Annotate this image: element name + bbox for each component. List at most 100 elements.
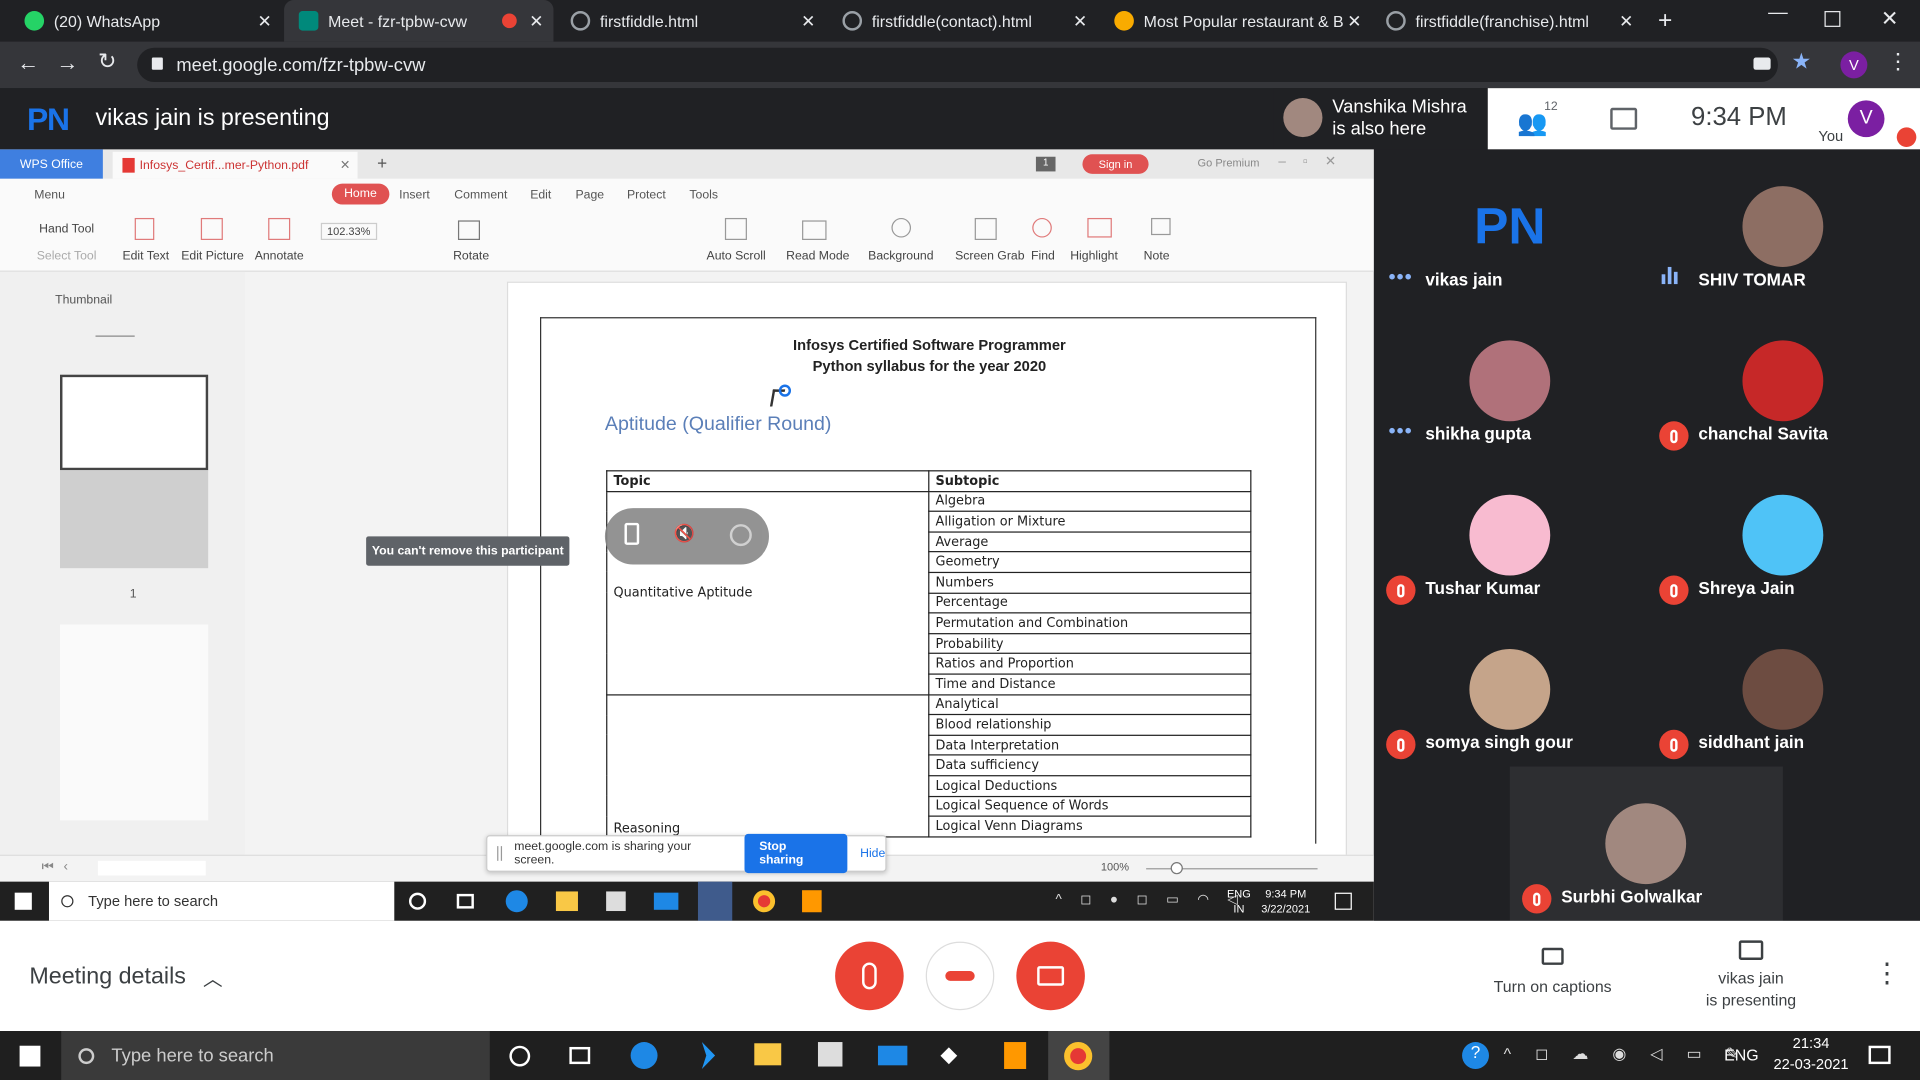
participant-tile[interactable]: SHIV TOMAR	[1647, 149, 1920, 303]
pin-icon[interactable]	[624, 522, 640, 545]
close-doc-icon[interactable]: ✕	[340, 159, 350, 172]
page-thumbnail[interactable]	[60, 374, 209, 471]
chrome-icon[interactable]	[753, 890, 776, 913]
url-field[interactable]: meet.google.com/fzr-tpbw-cvw	[137, 47, 1778, 83]
taskbar-search[interactable]: Type here to search	[61, 1031, 490, 1080]
remove-participant-icon[interactable]	[729, 524, 752, 547]
zoom-field[interactable]: 102.33%	[320, 222, 377, 241]
taskbar-search[interactable]: Type here to search	[48, 881, 395, 921]
inner-clock[interactable]: 9:34 PM 3/22/2021	[1261, 887, 1310, 916]
inner-language[interactable]: ENG IN	[1227, 887, 1251, 916]
tab-meet[interactable]: Meet - fzr-tpbw-cvw ✕	[284, 0, 554, 42]
close-window-icon[interactable]: ✕	[1881, 7, 1898, 31]
system-tray-icons[interactable]: ^ ◻ ● ◻ ▭ ◠ ◁	[1056, 891, 1246, 908]
people-button[interactable]: 👥 12	[1517, 100, 1566, 137]
zoom-knob[interactable]	[1170, 862, 1183, 875]
tab-comment[interactable]: Comment	[454, 189, 507, 202]
taskbar-clock[interactable]: 21:34 22-03-2021	[1768, 1033, 1854, 1075]
stop-sharing-button[interactable]: Stop sharing	[744, 833, 848, 874]
background-button[interactable]: Background	[868, 250, 933, 263]
find-button[interactable]: Find	[1031, 250, 1055, 263]
dropbox-icon[interactable]: ◆	[940, 1042, 967, 1066]
participant-tile[interactable]: Tushar Kumar	[1374, 458, 1647, 612]
drag-handle-icon[interactable]	[497, 846, 503, 861]
back-icon[interactable]: ←	[17, 50, 39, 76]
file-explorer-icon[interactable]	[754, 1043, 782, 1066]
tab-firstfiddle[interactable]: firstfiddle.html ✕	[556, 0, 825, 42]
page-nav-icons[interactable]: ⏮‹	[42, 860, 78, 876]
participant-tile[interactable]: PN ••• vikas jain	[1374, 149, 1647, 303]
close-tab-icon[interactable]: ✕	[1347, 11, 1361, 32]
tab-firstfiddle-franchise[interactable]: firstfiddle(franchise).html ✕	[1371, 0, 1643, 42]
profile-avatar[interactable]: V	[1840, 51, 1868, 79]
system-tray-icons[interactable]: ^ ◻ ☁ ◉ ◁ ▭ ✎	[1504, 1044, 1749, 1064]
participant-tile[interactable]: chanchal Savita	[1647, 304, 1920, 458]
store-icon[interactable]	[606, 891, 626, 912]
close-tab-icon[interactable]: ✕	[257, 11, 271, 32]
presenting-button[interactable]: vikas jain is presenting	[1678, 940, 1825, 1011]
chat-icon[interactable]	[1610, 107, 1638, 130]
tab-page[interactable]: Page	[576, 189, 605, 202]
chrome-menu-icon[interactable]: ⋮	[1887, 49, 1909, 75]
cortana-icon[interactable]	[408, 892, 427, 910]
task-view-icon[interactable]	[456, 893, 474, 909]
file-explorer-icon[interactable]	[555, 891, 578, 912]
hand-tool-button[interactable]: Hand Tool	[39, 223, 94, 236]
store-icon[interactable]	[817, 1042, 843, 1067]
sublime-icon[interactable]	[1004, 1042, 1027, 1069]
mic-off-button[interactable]	[835, 941, 904, 1011]
tab-protect[interactable]: Protect	[627, 189, 666, 202]
participant-tile[interactable]: Surbhi Golwalkar	[1509, 766, 1783, 921]
task-view-icon[interactable]	[569, 1046, 591, 1065]
windows-start-icon[interactable]	[14, 892, 32, 910]
edit-picture-button[interactable]: Edit Picture	[181, 250, 244, 263]
tab-firstfiddle-contact[interactable]: firstfiddle(contact).html ✕	[828, 0, 1097, 42]
tab-whatsapp[interactable]: (20) WhatsApp ✕	[10, 0, 282, 42]
minimize-icon[interactable]: —	[1768, 2, 1788, 24]
go-premium-button[interactable]: Go Premium	[1198, 157, 1260, 169]
annotate-button[interactable]: Annotate	[255, 250, 304, 263]
captions-button[interactable]: Turn on captions	[1479, 947, 1626, 996]
new-tab-icon[interactable]: +	[1658, 7, 1672, 35]
windows-start-icon[interactable]	[19, 1045, 41, 1067]
select-tool-button[interactable]: Select Tool	[37, 250, 97, 263]
close-tab-icon[interactable]: ✕	[1073, 11, 1087, 32]
note-button[interactable]: Note	[1144, 250, 1170, 263]
vscode-icon[interactable]	[701, 1042, 716, 1069]
auto-scroll-button[interactable]: Auto Scroll	[707, 250, 766, 263]
close-tab-icon[interactable]: ✕	[801, 11, 815, 32]
mute-participant-icon[interactable]: 🔇	[673, 523, 695, 545]
thumbnail-zoom-slider[interactable]	[95, 335, 135, 337]
edge-icon[interactable]	[505, 890, 528, 913]
read-mode-button[interactable]: Read Mode	[786, 250, 849, 263]
language-indicator[interactable]: ENG	[1724, 1046, 1758, 1064]
tab-restaurant[interactable]: Most Popular restaurant & B ✕	[1100, 0, 1372, 42]
cortana-icon[interactable]	[509, 1045, 531, 1067]
sign-in-button[interactable]: Sign in	[1082, 154, 1149, 174]
mail-icon[interactable]	[877, 1045, 908, 1066]
camera-off-button[interactable]	[1016, 941, 1085, 1011]
highlight-button[interactable]: Highlight	[1070, 250, 1118, 263]
rotate-button[interactable]: Rotate	[453, 250, 489, 263]
wps-app-tab[interactable]: WPS Office	[0, 149, 103, 179]
tab-tools[interactable]: Tools	[689, 189, 718, 202]
notification-icon[interactable]	[1334, 892, 1352, 910]
participant-tile[interactable]: Shreya Jain	[1647, 458, 1920, 612]
more-options-icon[interactable]: ⋮	[1873, 958, 1900, 990]
reload-icon[interactable]: ↻	[98, 49, 116, 75]
close-tab-icon[interactable]: ✕	[1619, 11, 1633, 32]
forward-icon[interactable]: →	[56, 50, 78, 76]
wps-doc-tab[interactable]: Infosys_Certif...mer-Python.pdf ✕	[112, 151, 358, 179]
horizontal-scrollbar[interactable]	[97, 860, 206, 876]
camera-blocked-icon[interactable]	[1753, 57, 1771, 70]
wps-taskbar-icon[interactable]	[697, 881, 733, 921]
close-tab-icon[interactable]: ✕	[529, 11, 543, 32]
tab-home[interactable]: Home	[331, 183, 390, 205]
page-thumbnail-2[interactable]	[60, 624, 209, 821]
edge-icon[interactable]	[630, 1042, 658, 1069]
menu-button[interactable]: Menu	[34, 189, 65, 202]
bookmark-star-icon[interactable]: ★	[1791, 49, 1811, 75]
restore-icon[interactable]	[1824, 11, 1841, 27]
participant-tile[interactable]: ••• shikha gupta	[1374, 304, 1647, 458]
chrome-taskbar-button[interactable]	[1048, 1031, 1110, 1080]
